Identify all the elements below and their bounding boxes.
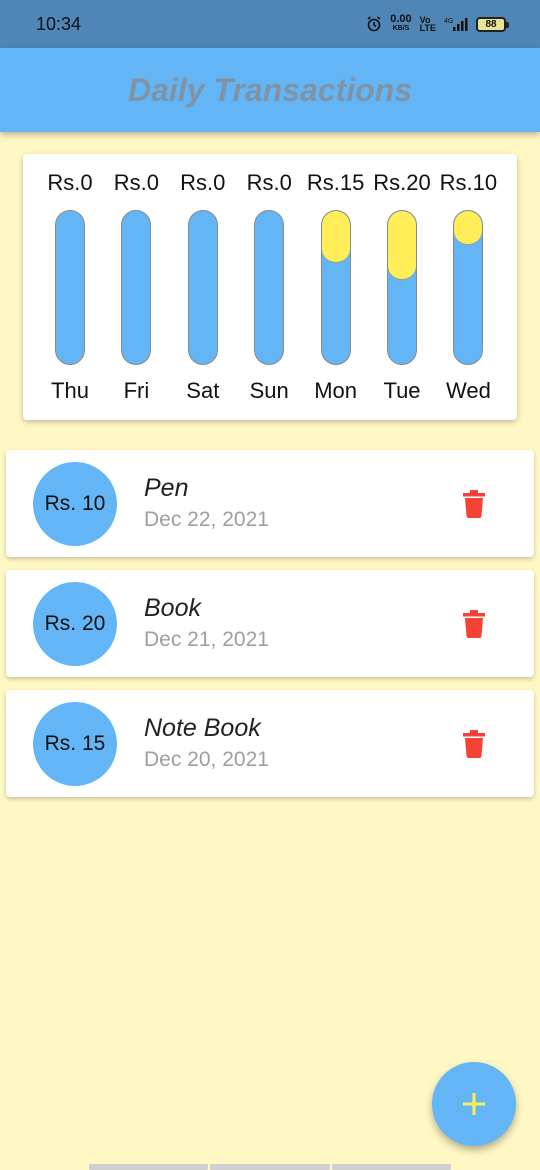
chart-amount-label: Rs.0 xyxy=(180,170,226,195)
transaction-item[interactable]: Rs. 20 Book Dec 21, 2021 xyxy=(6,570,534,677)
chart-bar-fill xyxy=(321,211,350,263)
battery-level: 88 xyxy=(485,18,497,30)
chart-bar-sun: Rs.0 Sun xyxy=(236,154,302,420)
chart-day-label: Sat xyxy=(186,378,220,403)
signal-icon: 4G xyxy=(444,18,468,31)
chart-bar-wed: Rs.10 Wed xyxy=(435,154,501,420)
transaction-title: Pen xyxy=(144,474,189,502)
volte-bottom: LTE xyxy=(419,23,436,33)
chart-day-label: Wed xyxy=(445,378,491,403)
chart-bar-track xyxy=(387,210,417,365)
transaction-title: Note Book xyxy=(144,714,261,742)
chart-amount-label: Rs.15 xyxy=(306,170,365,195)
chart-day-label: Fri xyxy=(123,378,150,403)
chart-bar-track xyxy=(55,210,85,365)
app-bar: Daily Transactions xyxy=(0,48,540,132)
chart-day-label: Thu xyxy=(51,378,89,403)
chart-amount-label: Rs.10 xyxy=(439,170,498,195)
chart-amount-label: Rs.20 xyxy=(373,170,431,195)
chart-bar-mon: Rs.15 Mon xyxy=(303,154,369,420)
chart-day-label: Mon xyxy=(314,378,357,403)
transaction-item[interactable]: Rs. 10 Pen Dec 22, 2021 xyxy=(6,450,534,557)
amount-avatar: Rs. 15 xyxy=(33,702,117,786)
chart-bar-track xyxy=(187,210,218,365)
chart-bar-fill xyxy=(388,211,416,280)
alarm-icon xyxy=(367,16,381,32)
chart-bar-track xyxy=(320,210,351,365)
chart-bar-fri: Rs.0 Fri xyxy=(103,154,169,420)
network-type: 4G xyxy=(444,18,453,25)
chart-bar-fill xyxy=(454,211,483,246)
delete-button[interactable] xyxy=(458,486,490,522)
trash-icon xyxy=(463,730,485,758)
status-icons: 0.00 KB/S Vo LTE 4G 88 xyxy=(366,13,509,33)
chart-amount-label: Rs.0 xyxy=(113,170,160,195)
delete-button[interactable] xyxy=(458,606,490,642)
chart-bar-track xyxy=(121,210,152,365)
plus-icon xyxy=(463,1093,485,1115)
system-nav-bar[interactable] xyxy=(89,1164,451,1170)
transaction-item[interactable]: Rs. 15 Note Book Dec 20, 2021 xyxy=(6,690,534,797)
transaction-date: Dec 22, 2021 xyxy=(144,508,269,531)
chart-amount-label: Rs.0 xyxy=(47,170,93,195)
net-speed: 0.00 KB/S xyxy=(390,13,412,33)
weekly-chart-card: Rs.0 Thu Rs.0 Fri Rs.0 Sat Rs.0 Sun Rs.15 Mon Rs.2… xyxy=(23,154,517,420)
status-time: 10:34 xyxy=(36,13,82,34)
nav-segment[interactable] xyxy=(210,1164,330,1170)
chart-day-label: Sun xyxy=(249,378,289,403)
chart-bar-sat: Rs.0 Sat xyxy=(170,154,236,420)
transaction-date: Dec 21, 2021 xyxy=(144,628,269,651)
net-speed-value: 0.00 xyxy=(390,13,412,25)
delete-button[interactable] xyxy=(458,726,490,762)
chart-bar-track xyxy=(254,210,285,365)
chart-day-label: Tue xyxy=(383,378,421,403)
amount-avatar: Rs. 10 xyxy=(33,462,117,546)
transaction-title: Book xyxy=(144,594,201,622)
transaction-date: Dec 20, 2021 xyxy=(144,748,269,771)
trash-icon xyxy=(463,610,485,638)
status-bar: 10:34 0.00 KB/S Vo LTE 4G 88 xyxy=(0,0,540,48)
battery-icon: 88 xyxy=(476,16,509,32)
chart-bar-track xyxy=(453,210,484,365)
nav-segment[interactable] xyxy=(89,1164,209,1170)
page-title: Daily Transactions xyxy=(128,71,412,108)
chart-bar-tue: Rs.20 Tue xyxy=(369,154,435,420)
amount-avatar: Rs. 20 xyxy=(33,582,117,666)
chart-amount-label: Rs.0 xyxy=(246,170,292,195)
nav-segment[interactable] xyxy=(331,1164,451,1170)
add-transaction-button[interactable] xyxy=(432,1062,516,1146)
volte-indicator: Vo LTE xyxy=(419,16,436,33)
trash-icon xyxy=(463,490,485,518)
chart-bar-thu: Rs.0 Thu xyxy=(37,154,103,420)
net-speed-unit: KB/S xyxy=(392,25,410,32)
